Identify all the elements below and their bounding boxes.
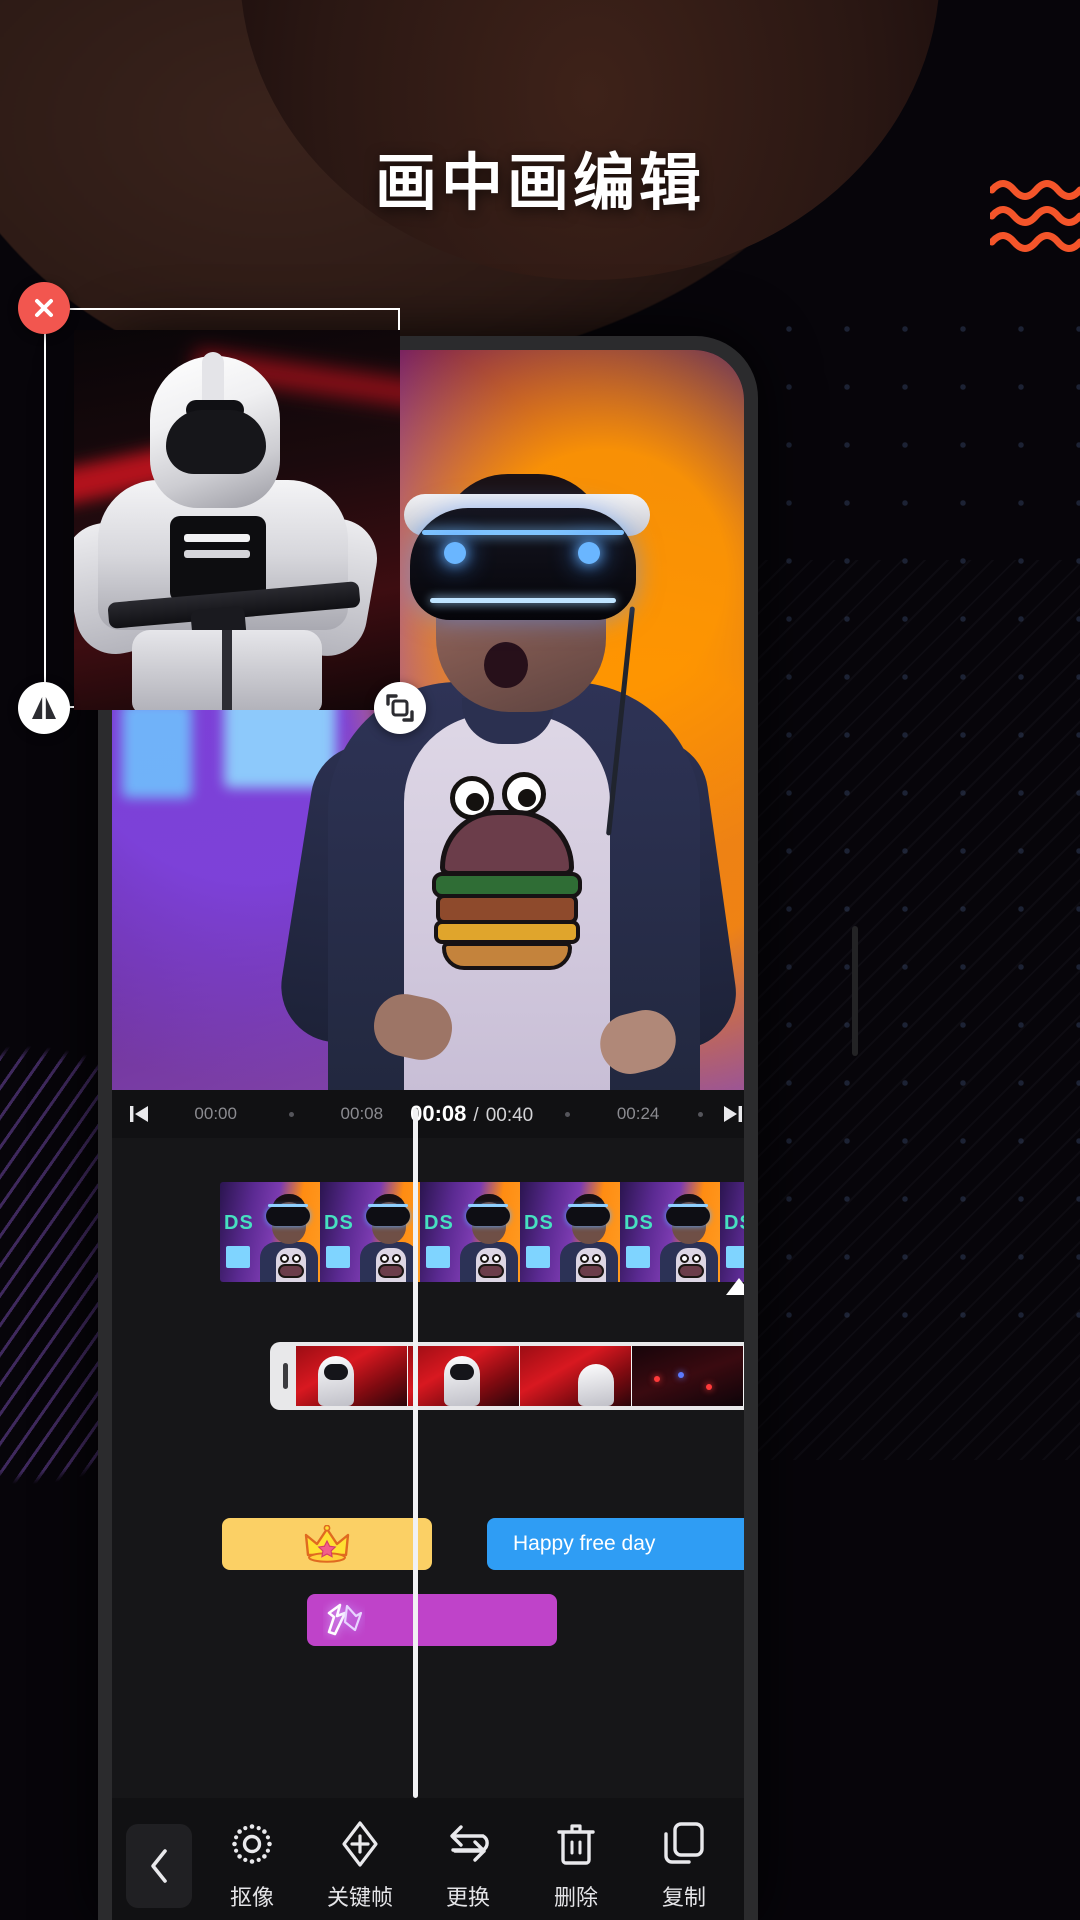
time-separator: /: [473, 1105, 479, 1126]
page-title: 画中画编辑: [374, 149, 705, 218]
main-track-thumbnail: DS: [520, 1182, 620, 1282]
trim-handle-left[interactable]: [274, 1346, 296, 1406]
phone-button-power: [852, 926, 858, 1056]
toolbar-label-matting: 抠像: [229, 1885, 274, 1910]
ruler-tick-0: 00:00: [194, 1104, 237, 1123]
sticker-clip[interactable]: [222, 1518, 432, 1570]
ruler-dot-2: [564, 1111, 570, 1117]
text-clip[interactable]: Happy free day: [487, 1518, 744, 1570]
timeline-ruler[interactable]: 00:00 00:08 00:08 / 00:40 00:24: [112, 1090, 744, 1138]
keyframe-icon: [342, 1821, 378, 1867]
pip-mirror-button[interactable]: [18, 682, 70, 734]
bottom-toolbar: 抠像 关键帧 更换 删除 复制: [112, 1798, 744, 1920]
video-preview[interactable]: EGS: [112, 350, 744, 1090]
toolbar-item-matting[interactable]: 抠像: [204, 1820, 300, 1912]
matting-icon: [232, 1824, 272, 1864]
ruler-tick-2: 00:24: [616, 1104, 660, 1123]
toolbar-label-replace: 更换: [445, 1885, 490, 1910]
skip-next-icon[interactable]: [722, 1103, 744, 1125]
track-expand-caret[interactable]: [726, 1278, 744, 1295]
preview-monitor-left: [122, 702, 192, 798]
main-track-thumbnail: DS: [320, 1182, 420, 1282]
toolbar-label-copy: 复制: [661, 1885, 706, 1910]
timeline-playhead[interactable]: [413, 1108, 418, 1798]
pip-track-thumbnail: [408, 1346, 520, 1406]
toolbar-items: 抠像 关键帧 更换 删除 复制: [192, 1820, 744, 1912]
screenshot-root: 画中画编辑 EGS 00:00 00:08 00:08 / 00:40 00:2…: [0, 0, 1080, 1920]
main-track-thumbnail: DS: [620, 1182, 720, 1282]
vr-headset: [410, 508, 636, 620]
diagonal-lines-pattern: [720, 560, 1080, 1460]
resize-corner-icon: [386, 694, 414, 722]
pip-track-thumbnail: [296, 1346, 408, 1406]
burger-cheese: [434, 920, 580, 944]
phone-frame: EGS 00:00 00:08 00:08 / 00:40 00:24 DS D…: [98, 336, 858, 1920]
close-icon: [35, 299, 53, 317]
crown-icon: [304, 1525, 350, 1563]
pip-thumbnail-strip: [296, 1346, 744, 1406]
person-mouth: [484, 642, 528, 688]
effect-clip[interactable]: [307, 1594, 557, 1646]
main-track-thumbnail: DS: [420, 1182, 520, 1282]
ruler-dot-3: [697, 1111, 703, 1117]
timeline-tracks[interactable]: DS DS DS DS DS D Happy free day: [112, 1138, 744, 1798]
preview-sign-text: EGS: [126, 589, 287, 663]
main-video-track[interactable]: DS DS DS DS DS D: [220, 1182, 744, 1282]
phone-screen: EGS 00:00 00:08 00:08 / 00:40 00:24 DS D…: [112, 350, 744, 1920]
skip-previous-icon[interactable]: [128, 1103, 150, 1125]
trash-icon: [557, 1824, 595, 1865]
vr-led-right: [578, 542, 600, 564]
total-time: 00:40: [485, 1105, 534, 1126]
pip-video-track-selected[interactable]: [270, 1342, 744, 1410]
toolbar-label-delete: 删除: [553, 1885, 598, 1910]
ruler-tick-1: 00:08: [340, 1104, 384, 1123]
toolbar-item-delete[interactable]: 删除: [528, 1820, 624, 1912]
copy-icon: [664, 1822, 704, 1864]
toolbar-label-keyframe: 关键帧: [326, 1885, 393, 1910]
toolbar-item-keyframe[interactable]: 关键帧: [312, 1820, 408, 1912]
shirt-burger-graphic: [432, 772, 582, 970]
effect-sparkle-icon: [327, 1603, 363, 1636]
ruler-dot-1: [288, 1111, 294, 1117]
mirror-flip-icon: [32, 697, 56, 719]
current-time: 00:08: [410, 1101, 467, 1126]
back-button[interactable]: [126, 1824, 192, 1908]
vr-led-left: [444, 542, 466, 564]
replace-icon: [450, 1825, 489, 1862]
vr-light-bar-bottom: [430, 598, 616, 603]
burger-top-bun: [440, 810, 574, 876]
toolbar-item-replace[interactable]: 更换: [420, 1820, 516, 1912]
vr-light-bar-top: [422, 530, 624, 535]
chevron-left-icon: [151, 1849, 167, 1883]
pip-track-thumbnail: [632, 1346, 744, 1406]
preview-person: [273, 446, 744, 1090]
main-track-thumbnail: DS: [220, 1182, 320, 1282]
toolbar-item-copy[interactable]: 复制: [636, 1820, 732, 1912]
pip-track-thumbnail: [520, 1346, 632, 1406]
main-track-thumbnail: DS: [720, 1182, 744, 1282]
pip-resize-button[interactable]: [374, 682, 426, 734]
pip-close-button[interactable]: [18, 282, 70, 334]
text-clip-label: Happy free day: [513, 1532, 656, 1555]
burger-bottom-bun: [442, 942, 572, 970]
